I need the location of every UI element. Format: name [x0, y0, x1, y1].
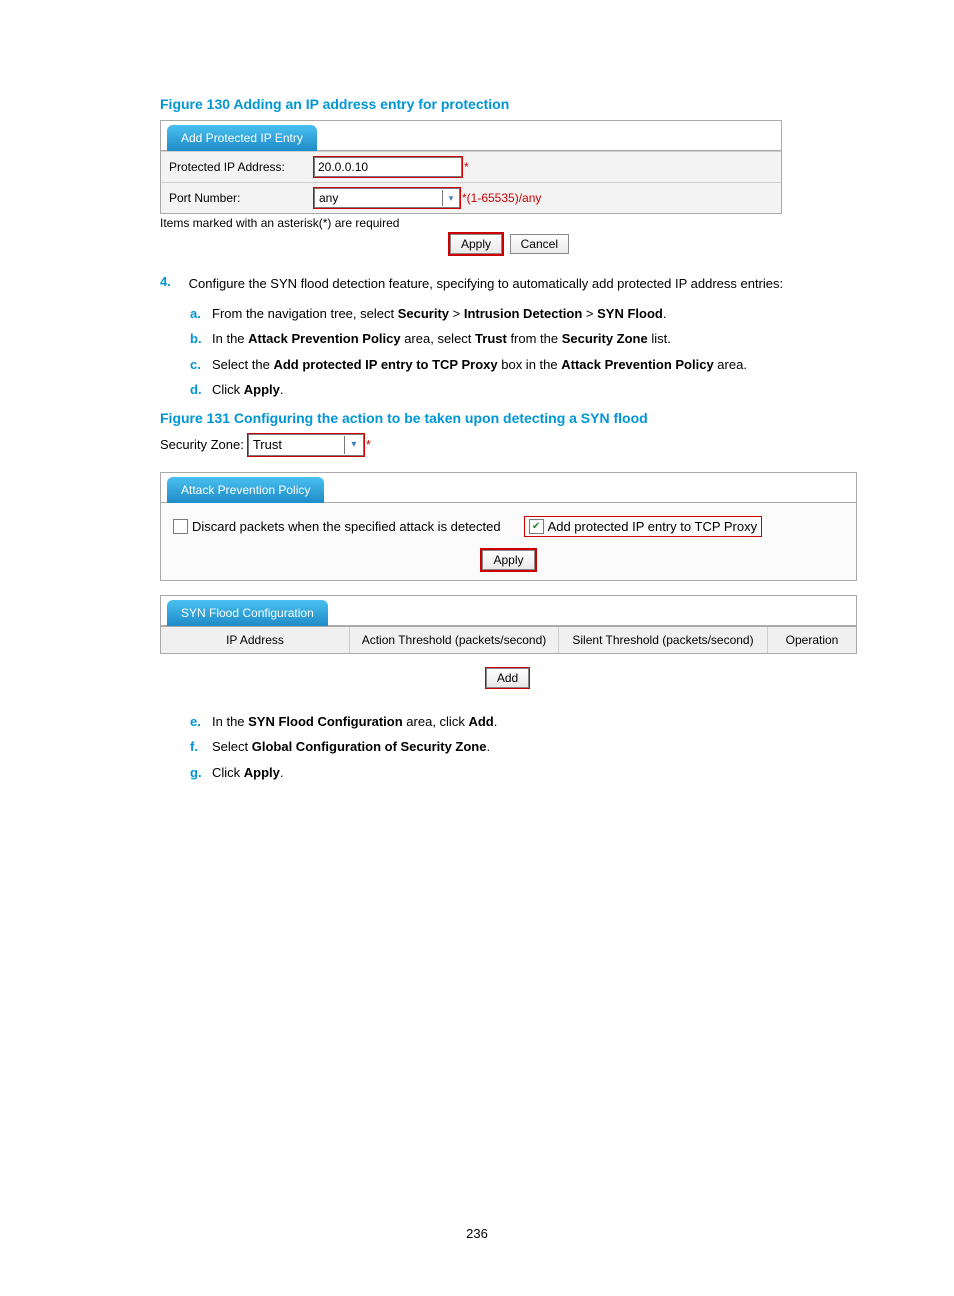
step-4d: d. Click Apply.: [190, 380, 859, 400]
required-asterisk: *: [366, 437, 371, 452]
port-number-select[interactable]: any ▾: [314, 188, 460, 208]
chevron-down-icon: ▾: [442, 190, 459, 206]
syn-flood-config-panel: SYN Flood Configuration IP Address Actio…: [160, 595, 857, 654]
discard-packets-checkbox[interactable]: Discard packets when the specified attac…: [173, 519, 501, 534]
add-button[interactable]: Add: [486, 668, 529, 688]
step-number: 4.: [160, 274, 185, 289]
apply-button[interactable]: Apply: [450, 234, 502, 254]
required-note: Items marked with an asterisk(*) are req…: [160, 216, 859, 230]
attack-prevention-policy-tab: Attack Prevention Policy: [167, 477, 324, 503]
discard-packets-label: Discard packets when the specified attac…: [192, 519, 501, 534]
protected-ip-input[interactable]: [314, 157, 462, 177]
step-4c: c. Select the Add protected IP entry to …: [190, 355, 859, 375]
syn-flood-config-tab: SYN Flood Configuration: [167, 600, 328, 626]
step-4g: g. Click Apply.: [190, 763, 859, 783]
figure-130-caption: Figure 130 Adding an IP address entry fo…: [160, 96, 859, 112]
port-number-value: any: [319, 191, 338, 205]
col-operation: Operation: [768, 627, 856, 653]
port-hint: *(1-65535)/any: [462, 191, 541, 205]
cancel-button[interactable]: Cancel: [510, 234, 569, 254]
security-zone-value: Trust: [253, 437, 282, 452]
required-asterisk: *: [464, 160, 469, 174]
add-ip-tcp-proxy-checkbox[interactable]: ✔ Add protected IP entry to TCP Proxy: [525, 517, 762, 536]
col-silent-threshold: Silent Threshold (packets/second): [559, 627, 768, 653]
attack-prevention-policy-panel: Attack Prevention Policy Discard packets…: [160, 472, 857, 581]
apply-button[interactable]: Apply: [482, 550, 534, 570]
step-4f: f. Select Global Configuration of Securi…: [190, 737, 859, 757]
checkbox-icon: [173, 519, 188, 534]
security-zone-label: Security Zone:: [160, 437, 244, 452]
add-protected-ip-tab: Add Protected IP Entry: [167, 125, 317, 151]
step-4a: a. From the navigation tree, select Secu…: [190, 304, 859, 324]
figure-131-caption: Figure 131 Configuring the action to be …: [160, 410, 859, 426]
chevron-down-icon: ▾: [344, 436, 363, 454]
step-text: Configure the SYN flood detection featur…: [189, 274, 849, 294]
col-action-threshold: Action Threshold (packets/second): [350, 627, 559, 653]
col-ip-address: IP Address: [161, 627, 350, 653]
page-number: 236: [0, 1226, 954, 1241]
checkbox-checked-icon: ✔: [529, 519, 544, 534]
step-4e: e. In the SYN Flood Configuration area, …: [190, 712, 859, 732]
add-ip-tcp-proxy-label: Add protected IP entry to TCP Proxy: [548, 519, 758, 534]
protected-ip-label: Protected IP Address:: [169, 160, 314, 174]
security-zone-select[interactable]: Trust ▾: [248, 434, 364, 456]
syn-flood-table-header: IP Address Action Threshold (packets/sec…: [161, 626, 856, 653]
step-4b: b. In the Attack Prevention Policy area,…: [190, 329, 859, 349]
add-protected-ip-panel: Add Protected IP Entry Protected IP Addr…: [160, 120, 782, 214]
port-number-label: Port Number:: [169, 191, 314, 205]
step-4: 4. Configure the SYN flood detection fea…: [160, 274, 859, 400]
